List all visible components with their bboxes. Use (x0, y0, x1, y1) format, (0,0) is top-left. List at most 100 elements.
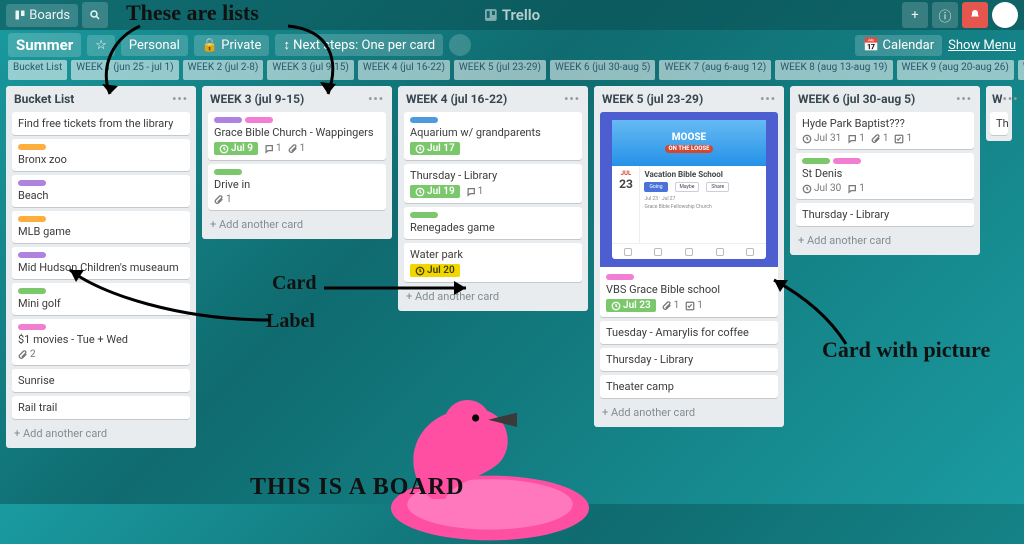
add-card-button[interactable]: + Add another card (600, 402, 778, 421)
team-chip[interactable]: Personal (121, 35, 188, 56)
card[interactable]: Rail trail (12, 396, 190, 419)
list: WEEK 3 (jul 9-15) ••• Grace Bible Church … (202, 86, 392, 239)
card-labels (802, 158, 968, 164)
card-title: Theater camp (606, 380, 772, 393)
tab[interactable]: WEEK 10 (aug 27-sept 2) (1018, 60, 1024, 80)
boards-label: Boards (29, 8, 70, 23)
member-avatar[interactable] (449, 34, 471, 56)
card[interactable]: Tuesday - Amarylis for coffee (600, 321, 778, 344)
card[interactable]: Thursday - Library (600, 348, 778, 371)
card-title: St Denis (802, 167, 968, 180)
create-button[interactable]: + (902, 2, 928, 28)
header-right: + ⓘ (902, 2, 1018, 28)
card[interactable]: Theater camp (600, 375, 778, 398)
list-menu-icon[interactable]: ••• (956, 92, 972, 106)
tab[interactable]: WEEK 7 (aug 6-aug 12) (659, 60, 771, 80)
tab[interactable]: WEEK 2 (jul 2-8) (183, 60, 264, 80)
card[interactable]: Aquarium w/ grandparents Jul 17 (404, 112, 582, 160)
info-button[interactable]: ⓘ (932, 2, 958, 28)
list-title: WEEK 3 (jul 9-15) (210, 92, 304, 106)
card[interactable]: Water park Jul 20 (404, 243, 582, 282)
card[interactable]: Beach (12, 175, 190, 207)
badge: 1 (662, 300, 680, 311)
tab[interactable]: WEEK 5 (jul 23-29) (454, 60, 546, 80)
tab[interactable]: WEEK 3 (jul 9-15) (267, 60, 353, 80)
label-purple (18, 180, 46, 186)
label-pink (833, 158, 861, 164)
card-title: Renegades game (410, 221, 576, 234)
search-button[interactable] (82, 2, 108, 28)
card-title: Thursday - Library (410, 169, 576, 182)
card-title: Thursday - Library (606, 353, 772, 366)
badge: 2 (18, 349, 36, 360)
show-menu-button[interactable]: Show Menu (948, 38, 1016, 53)
tab[interactable]: WEEK 4 (jul 16-22) (358, 60, 450, 80)
card[interactable]: MLB game (12, 211, 190, 243)
visibility-chip[interactable]: 🔒 Private (194, 35, 270, 56)
card[interactable]: Mid Hudson Children's museaum (12, 247, 190, 279)
list-title: WEEK 4 (jul 16-22) (406, 92, 507, 106)
list-header: Bucket List ••• (12, 92, 190, 108)
card[interactable]: Thursday - Library (796, 203, 974, 226)
label-pink (18, 324, 46, 330)
add-card-button[interactable]: + Add another card (404, 286, 582, 305)
add-card-button[interactable]: + Add another card (12, 423, 190, 442)
card[interactable]: $1 movies - Tue + Wed 2 (12, 319, 190, 365)
badge: 1 (288, 143, 306, 154)
card[interactable]: St Denis Jul 30 1 (796, 153, 974, 199)
star-button[interactable]: ☆ (87, 35, 115, 56)
list: WEEK 6 (jul 30-aug 5) •••Hyde Park Bapti… (790, 86, 980, 255)
badge: Jul 20 (410, 264, 460, 277)
tab[interactable]: WEEK 8 (aug 13-aug 19) (775, 60, 892, 80)
card-title: Drive in (214, 178, 380, 191)
tab[interactable]: WEEK 9 (aug 20-aug 26) (897, 60, 1014, 80)
calendar-button[interactable]: 📅 Calendar (855, 35, 942, 56)
badge: Jul 9 (214, 142, 258, 155)
list-header: WEEK 3 (jul 9-15) ••• (208, 92, 386, 108)
tab[interactable]: Bucket List (8, 60, 67, 80)
card[interactable]: Hyde Park Baptist??? Jul 31 1 1 1 (796, 112, 974, 149)
card[interactable]: Thursday - Library Jul 19 1 (404, 164, 582, 203)
card[interactable]: Grace Bible Church - Wappingers Jul 9 1 … (208, 112, 386, 160)
board-bar: Summer ☆ Personal 🔒 Private ↕ Next steps… (0, 30, 1024, 60)
card[interactable]: Mini golf (12, 283, 190, 315)
card[interactable]: Bronx zoo (12, 139, 190, 171)
card-badges: 2 (18, 349, 184, 360)
card-title: Sunrise (18, 374, 184, 387)
board-title[interactable]: Summer (8, 33, 81, 57)
card-title: Find free tickets from the library (18, 117, 184, 130)
tab[interactable]: WEEK 6 (jul 30-aug 5) (550, 60, 656, 80)
card[interactable]: Th (990, 112, 1008, 135)
list-menu-icon[interactable]: ••• (172, 92, 188, 106)
tab-strip: Bucket List WEEK 1 (jun 25 - jul 1) WEEK… (0, 60, 1024, 82)
card-labels (18, 180, 184, 186)
card-title: Bronx zoo (18, 153, 184, 166)
card-labels (606, 274, 772, 280)
card-badges: 1 (214, 194, 380, 205)
tab[interactable]: WEEK 1 (jun 25 - jul 1) (71, 60, 178, 80)
list: Bucket List ••• Find free tickets from th… (6, 86, 196, 448)
list-menu-icon[interactable]: ••• (1003, 92, 1019, 106)
card[interactable]: Sunrise (12, 369, 190, 392)
user-avatar[interactable] (992, 2, 1018, 28)
card-title: Grace Bible Church - Wappingers (214, 126, 380, 139)
card-badges: Jul 20 (410, 264, 576, 277)
card[interactable]: MOOSEON THE LOOSE JUL23 Vacation Bible S… (600, 112, 778, 317)
add-card-button[interactable]: + Add another card (796, 230, 974, 249)
badge: 1 (214, 194, 232, 205)
label-pink (245, 117, 273, 123)
card-badges: Jul 17 (410, 142, 576, 155)
list-menu-icon[interactable]: ••• (564, 92, 580, 106)
badge: Jul 31 (802, 133, 841, 144)
add-card-button[interactable]: + Add another card (208, 214, 386, 233)
boards-button[interactable]: Boards (6, 4, 78, 27)
label-pink (606, 274, 634, 280)
card[interactable]: Drive in 1 (208, 164, 386, 210)
card[interactable]: Find free tickets from the library (12, 112, 190, 135)
powerup-chip[interactable]: ↕ Next steps: One per card (275, 34, 443, 56)
card[interactable]: Renegades game (404, 207, 582, 239)
notifications-button[interactable] (962, 2, 988, 28)
list-menu-icon[interactable]: ••• (368, 92, 384, 106)
list-menu-icon[interactable]: ••• (760, 92, 776, 106)
list: W •••Th (986, 86, 1012, 141)
